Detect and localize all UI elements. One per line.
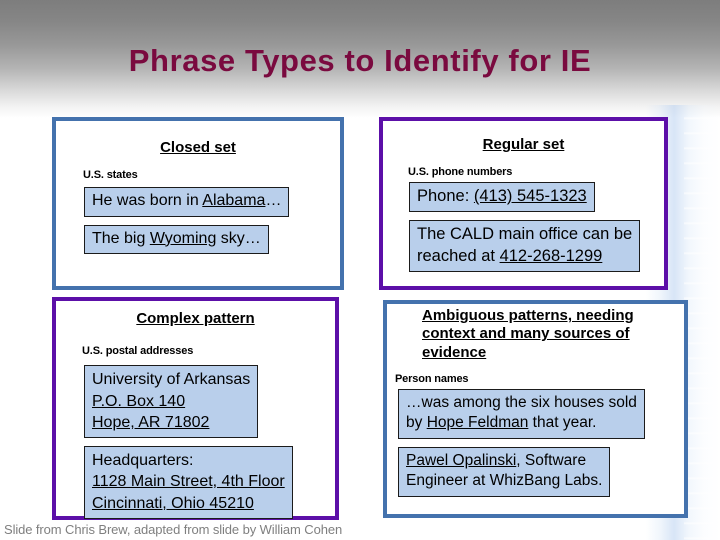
highlighted-entity: 412-268-1299: [499, 246, 603, 265]
panel-complex-pattern: Complex pattern U.S. postal addresses Un…: [52, 297, 339, 520]
panel-sublabel-ambiguous-patterns: Person names: [395, 372, 469, 385]
panel-heading-closed-set: Closed set: [160, 139, 236, 156]
highlighted-entity: 1128 Main Street, 4th Floor Cincinnati, …: [92, 473, 285, 512]
example-box: University of Arkansas P.O. Box 140 Hope…: [84, 365, 259, 439]
panel-ambiguous-patterns: Ambiguous patterns, needing context and …: [383, 300, 688, 518]
page-title: Phrase Types to Identify for IE: [128, 43, 592, 78]
panel-closed-set: Closed set U.S. states He was born in Al…: [52, 117, 344, 290]
highlighted-entity: Pawel Opalinski: [406, 451, 517, 469]
panel-sublabel-closed-set: U.S. states: [83, 169, 138, 182]
panel-heading-ambiguous-patterns: Ambiguous patterns, needing context and …: [422, 307, 634, 361]
panel-sublabel-regular-set: U.S. phone numbers: [408, 166, 513, 179]
highlighted-entity: Wyoming: [149, 229, 217, 247]
panel-regular-set: Regular set U.S. phone numbers Phone: (4…: [379, 117, 668, 290]
example-list-regular-set: Phone: (413) 545-1323 The CALD main offi…: [409, 182, 664, 272]
example-box: He was born in Alabama…: [84, 187, 290, 217]
example-box: The CALD main office can be reached at 4…: [409, 220, 641, 272]
example-list-complex-pattern: University of Arkansas P.O. Box 140 Hope…: [84, 365, 335, 519]
example-box: The big Wyoming sky…: [84, 224, 269, 255]
example-list-ambiguous-patterns: …was among the six houses sold by Hope F…: [398, 388, 684, 497]
example-list-closed-set: He was born in Alabama… The big Wyoming …: [84, 187, 340, 255]
example-box: Headquarters: 1128 Main Street, 4th Floo…: [84, 446, 293, 519]
highlighted-entity: Hope Feldman: [426, 414, 529, 432]
example-box: Phone: (413) 545-1323: [409, 182, 595, 213]
highlighted-entity: P.O. Box 140 Hope, AR 71802: [92, 392, 210, 431]
footer-credit: Slide from Chris Brew, adapted from slid…: [4, 522, 343, 537]
slide-canvas: Phrase Types to Identify for IE Closed s…: [0, 0, 720, 540]
highlighted-entity: (413) 545-1323: [473, 187, 587, 206]
highlighted-entity: Alabama: [202, 192, 266, 210]
panel-heading-regular-set: Regular set: [482, 136, 565, 153]
panel-sublabel-complex-pattern: U.S. postal addresses: [82, 345, 194, 358]
example-box: …was among the six houses sold by Hope F…: [398, 388, 645, 439]
example-box: Pawel Opalinski, Software Engineer at Wh…: [398, 446, 611, 497]
panel-heading-complex-pattern: Complex pattern: [136, 310, 255, 327]
